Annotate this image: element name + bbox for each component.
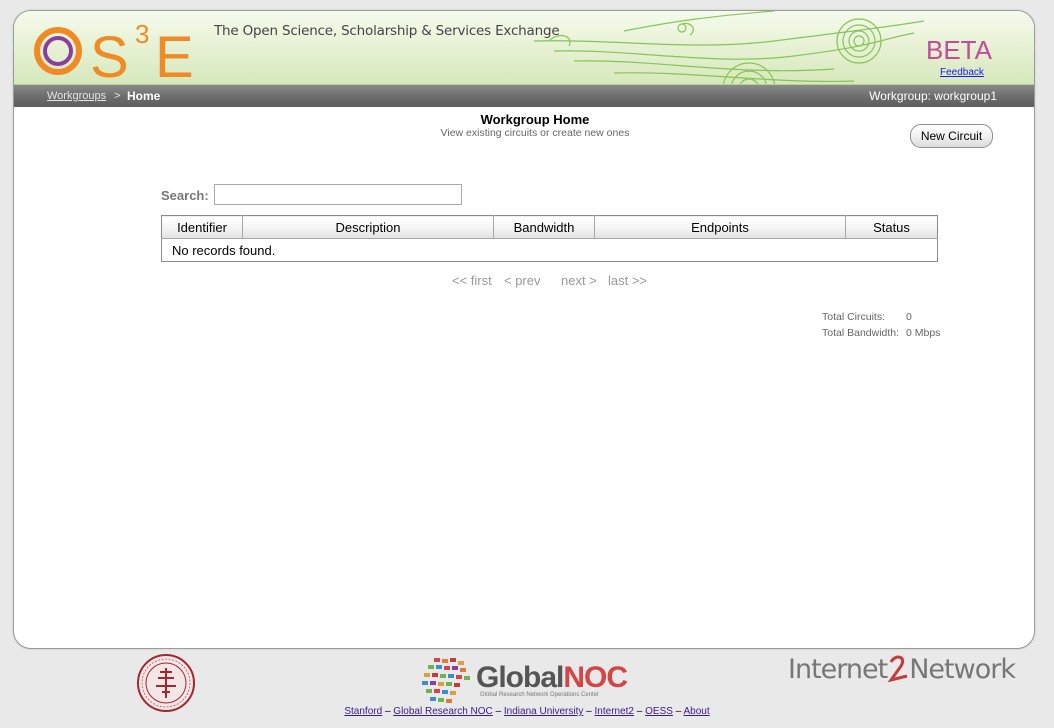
footer-link-global-research-noc[interactable]: Global Research NOC <box>393 706 492 717</box>
globalnoc-logo-noc: NOC <box>563 661 628 694</box>
circuits-table: Identifier Description Bandwidth Endpoin… <box>161 215 938 262</box>
breadcrumb: Workgroups > Home Workgroup: workgroup1 <box>14 85 1034 107</box>
globalnoc-logo-global: Global <box>476 661 564 694</box>
footer-links: Stanford – Global Research NOC – Indiana… <box>0 706 1054 717</box>
table-row: No records found. <box>162 239 938 262</box>
total-bandwidth-label: Total Bandwidth: <box>822 327 900 339</box>
os3e-logo: S 3 E <box>34 19 194 79</box>
current-workgroup-label: Workgroup: workgroup1 <box>869 89 997 103</box>
column-header-bandwidth[interactable]: Bandwidth <box>493 215 595 239</box>
header-banner: S 3 E The Open Science, Scholarship & Se… <box>14 11 1034 85</box>
internet2-logo-network: Network <box>909 654 1016 685</box>
total-circuits-label: Total Circuits: <box>822 311 886 323</box>
footer-link-separator: – <box>384 706 391 717</box>
pager-next[interactable]: next > <box>561 273 597 288</box>
globalnoc-logo: GlobalNOC <box>476 661 628 694</box>
footer-link-stanford[interactable]: Stanford <box>344 706 382 717</box>
breadcrumb-workgroups-link[interactable]: Workgroups <box>47 85 106 107</box>
footer-link-indiana-university[interactable]: Indiana University <box>504 706 583 717</box>
footer-link-separator: – <box>495 706 502 717</box>
internet2-mark-icon <box>887 655 908 683</box>
feedback-link[interactable]: Feedback <box>940 67 984 78</box>
pager-last[interactable]: last >> <box>608 273 647 288</box>
breadcrumb-separator: > <box>114 90 121 102</box>
site-tagline: The Open Science, Scholarship & Services… <box>214 23 560 39</box>
svg-text:E: E <box>155 25 194 79</box>
table-header-row: Identifier Description Bandwidth Endpoin… <box>161 215 938 239</box>
footer-link-separator: – <box>636 706 643 717</box>
empty-table-message: No records found. <box>172 242 276 258</box>
search-input[interactable] <box>214 184 462 205</box>
footer-link-separator: – <box>675 706 682 717</box>
total-bandwidth-value: 0 Mbps <box>906 327 941 339</box>
beta-badge: BETA <box>926 35 992 65</box>
page-title: Workgroup Home <box>480 112 590 127</box>
column-header-endpoints[interactable]: Endpoints <box>594 215 846 239</box>
footer-link-separator: – <box>586 706 592 717</box>
footer-link-oess[interactable]: OESS <box>645 706 673 717</box>
svg-text:3: 3 <box>135 19 149 49</box>
page-subtitle: View existing circuits or create new one… <box>440 127 630 139</box>
globalnoc-subtitle: Global Research Network Operations Cente… <box>480 692 600 698</box>
internet2-logo-internet: Internet <box>788 654 888 685</box>
pager-first[interactable]: << first <box>452 273 492 288</box>
footer-link-internet2[interactable]: Internet2 <box>595 706 634 717</box>
svg-text:S: S <box>90 25 129 79</box>
new-circuit-button[interactable]: New Circuit <box>910 124 993 148</box>
column-header-status[interactable]: Status <box>845 215 938 239</box>
total-circuits-value: 0 <box>906 311 912 323</box>
footer-link-about[interactable]: About <box>684 706 710 717</box>
pager-prev[interactable]: < prev <box>504 273 541 288</box>
column-header-identifier[interactable]: Identifier <box>161 215 243 239</box>
breadcrumb-current: Home <box>127 89 161 103</box>
stanford-seal-icon <box>137 654 195 712</box>
total-circuits: Total Circuits: 0 <box>822 311 912 323</box>
internet2-logo: Internet Network <box>788 654 1016 685</box>
column-header-description[interactable]: Description <box>242 215 494 239</box>
search-label: Search: <box>161 188 209 203</box>
total-bandwidth: Total Bandwidth: 0 Mbps <box>822 327 940 339</box>
globalnoc-mosaic-icon <box>422 658 470 703</box>
